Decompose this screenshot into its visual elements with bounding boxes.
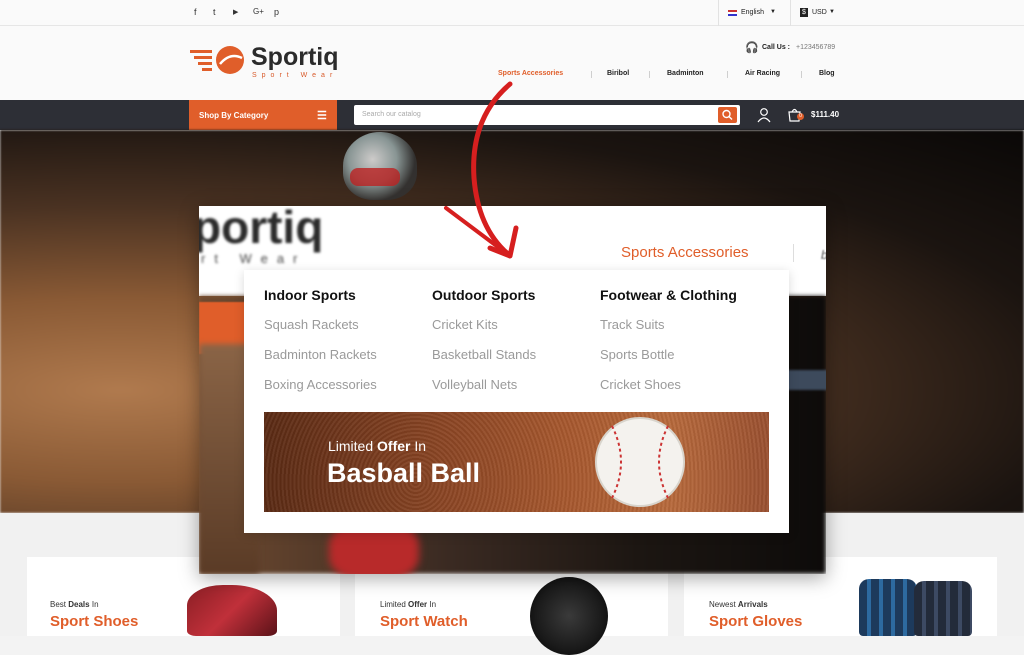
headset-icon: 🎧: [745, 42, 759, 54]
zoomed-nav-sports-accessories[interactable]: Sports Accessories: [621, 244, 749, 261]
shoe-image: [187, 585, 277, 636]
cart-button[interactable]: 0: [786, 106, 804, 124]
card-subtitle: Best Deals In: [50, 600, 99, 609]
language-selector[interactable]: English: [741, 9, 764, 16]
menu-item-cricket-shoes[interactable]: Cricket Shoes: [600, 377, 681, 392]
chevron-down-icon: ▼: [829, 9, 835, 15]
card-title: Sport Gloves: [709, 613, 803, 630]
zoomed-brand-name: portiq: [199, 206, 324, 253]
divider: [649, 71, 650, 78]
brand-name: Sportiq: [251, 43, 339, 71]
glove-image-left: [859, 579, 917, 636]
card-subtitle: Newest Arrivals: [709, 600, 768, 609]
glove-image-right: [914, 581, 972, 636]
card-title: Sport Shoes: [50, 613, 139, 630]
facebook-icon[interactable]: f: [194, 7, 197, 17]
helmet-goggles: [350, 168, 400, 186]
zoomed-tagline: rt Wear: [201, 251, 307, 266]
top-bar: [0, 0, 1024, 26]
menu-item-cricket-kits[interactable]: Cricket Kits: [432, 317, 498, 332]
menu-item-badminton-rackets[interactable]: Badminton Rackets: [264, 347, 377, 362]
google-plus-icon[interactable]: G+: [253, 7, 264, 16]
nav-sports-accessories[interactable]: Sports Accessories: [498, 70, 563, 77]
chevron-down-icon: ▼: [770, 9, 776, 15]
banner-title: Basball Ball: [327, 458, 481, 488]
search-placeholder: Search our catalog: [362, 111, 421, 118]
watch-image: [530, 577, 608, 655]
cart-count-badge: 0: [797, 113, 804, 120]
divider: [591, 71, 592, 78]
shop-by-category-button[interactable]: Shop By Category ☰: [189, 100, 337, 130]
menu-icon: ☰: [317, 110, 327, 122]
menu-item-basketball-stands[interactable]: Basketball Stands: [432, 347, 536, 362]
phone-number[interactable]: +123456789: [796, 44, 835, 51]
menu-item-boxing-accessories[interactable]: Boxing Accessories: [264, 377, 377, 392]
divider: [801, 71, 802, 78]
brand-tagline: Sport Wear: [252, 72, 338, 79]
currency-selector[interactable]: USD: [812, 9, 827, 16]
card-title: Sport Watch: [380, 613, 468, 630]
divider: [718, 0, 719, 26]
nav-air-racing[interactable]: Air Racing: [745, 70, 780, 77]
menu-item-sports-bottle[interactable]: Sports Bottle: [600, 347, 674, 362]
nav-badminton[interactable]: Badminton: [667, 70, 704, 77]
category-label: Shop By Category: [199, 111, 269, 120]
divider: [793, 244, 794, 262]
divider: [727, 71, 728, 78]
menu-item-track-suits[interactable]: Track Suits: [600, 317, 665, 332]
menu-heading-footwear-clothing[interactable]: Footwear & Clothing: [600, 287, 737, 303]
card-subtitle: Limited Offer In: [380, 600, 437, 609]
zoomed-nav-next: bo: [821, 248, 826, 262]
menu-item-squash-rackets[interactable]: Squash Rackets: [264, 317, 359, 332]
cart-total[interactable]: $111.40: [811, 110, 839, 119]
logo[interactable]: [190, 42, 250, 82]
youtube-icon[interactable]: ▶: [233, 8, 238, 16]
offer-banner[interactable]: Limited Offer In Basball Ball: [264, 412, 769, 512]
banner-subtitle: Limited Offer In: [328, 438, 427, 454]
nav-biribol[interactable]: Biribol: [607, 70, 629, 77]
pinterest-icon[interactable]: p: [274, 7, 279, 17]
search-icon: [722, 109, 733, 120]
rider-helmet: [343, 132, 417, 200]
logo-mark-icon: [190, 46, 244, 74]
menu-heading-indoor-sports[interactable]: Indoor Sports: [264, 287, 356, 303]
baseball-icon: [595, 417, 685, 507]
menu-item-volleyball-nets[interactable]: Volleyball Nets: [432, 377, 517, 392]
divider: [790, 0, 791, 26]
nav-blog[interactable]: Blog: [819, 70, 835, 77]
menu-heading-outdoor-sports[interactable]: Outdoor Sports: [432, 287, 535, 303]
user-account-button[interactable]: [756, 107, 772, 123]
annotation-arrow-icon: [444, 81, 519, 259]
flag-icon: [728, 10, 737, 16]
currency-symbol: $: [800, 8, 808, 17]
call-label: Call Us :: [762, 44, 791, 51]
search-button[interactable]: [718, 107, 737, 123]
search-input[interactable]: Search our catalog: [354, 105, 740, 125]
user-icon: [757, 108, 771, 123]
twitter-icon[interactable]: t: [213, 7, 216, 17]
